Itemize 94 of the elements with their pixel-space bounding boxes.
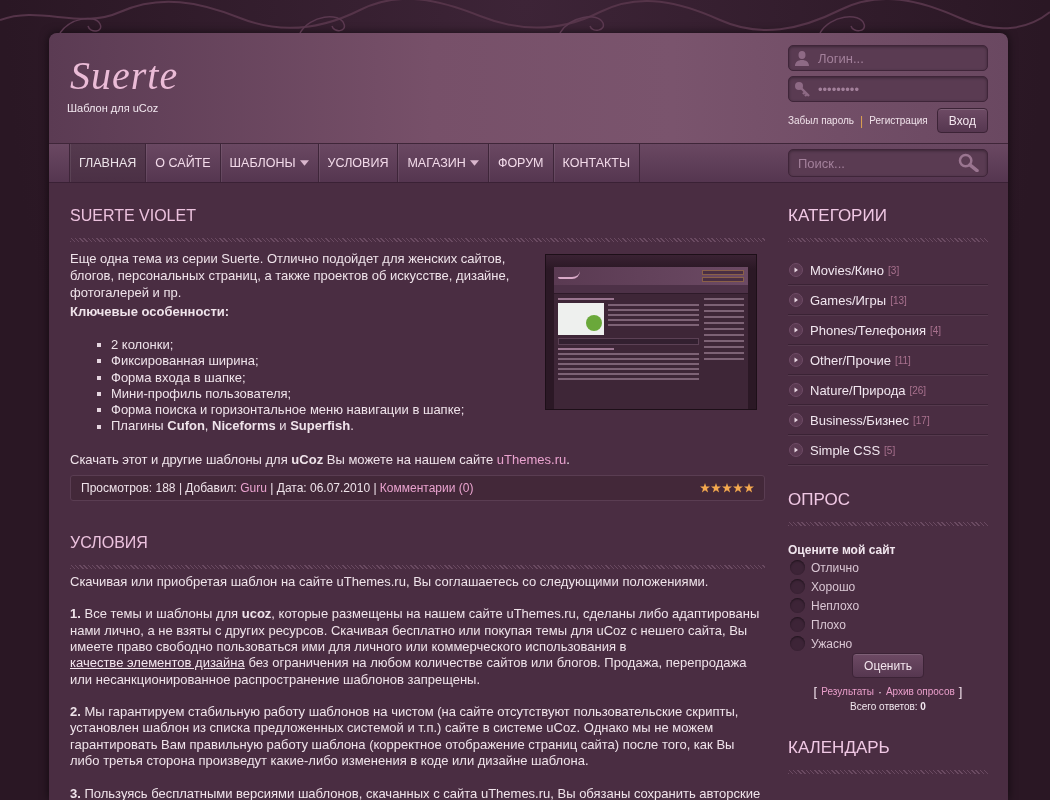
forgot-password-link[interactable]: Забыл пароль <box>788 115 855 126</box>
sidebar-heading: ОПРОС <box>788 490 851 510</box>
download-note: Скачать этот и другие шаблоны для uCoz Вы можете на нашем сайте uThemes.ru. <box>70 450 571 468</box>
meta-link[interactable]: Комментарии (0) <box>379 480 474 495</box>
sidebar-heading: КАЛЕНДАРЬ <box>788 738 891 758</box>
link-separator: · <box>877 685 882 699</box>
bullet-icon <box>97 375 101 380</box>
features-heading: Ключевые особенности: <box>70 303 231 320</box>
radio-button[interactable] <box>790 636 805 651</box>
terms-paragraph: 2. Мы гарантируем стабильную работу шаблонов на чистом (на сайте отсутствуют пользовательские скрипты, установлен шаблон из списка предложенных системой и т.п.) сайте в системе uCoz. Однако мы не можем гарантировать Вам правильную работу шаблона (корректное отображение страниц сайта) после того, как Вы либо третья сторона произведут какие-либо изменения в коде или дизайне шаблона. <box>70 704 740 770</box>
arrow-circle-icon <box>789 323 803 337</box>
feature-item: Форма поиска и горизонтальное меню навигации в шапке; <box>111 402 465 419</box>
register-link[interactable]: Регистрация <box>869 115 928 126</box>
vote-button[interactable]: Оценить <box>852 653 924 678</box>
bullet-icon <box>97 408 101 413</box>
post-meta: Просмотров: 188 | Добавил: Guru | Дата: 06.07.2010 | Комментарии (0) <box>81 480 474 495</box>
nav-tab[interactable]: УСЛОВИЯ <box>318 144 399 182</box>
category-link[interactable]: Movies/Кино <box>810 262 885 278</box>
star-icon <box>722 482 732 493</box>
poll-option-label[interactable]: Отлично <box>811 560 859 575</box>
bullet-icon <box>97 359 101 364</box>
arrow-circle-icon <box>789 443 803 457</box>
feature-item: Плагины Cufon, Niceforms и Superfish. <box>111 418 354 435</box>
terms-paragraph: 1. Все темы и шаблоны для ucoz, которые размещены на нашем сайте uThemes.ru, сделаны либо адаптированы нами лично, а не взяты с других ресурсов. Скачивая бесплатно или покупая темы для uCoz с нешего сайта, Вы имеете право свободно пользоваться ими для личного или коммерческого использования в качестве элементов дизайна без ограничения на любом количестве сайтов или блогов. Продажа, перепродажа или несанкционированное распространение шаблонов запрещены. <box>70 606 761 688</box>
category-link[interactable]: Games/Игры <box>810 292 887 308</box>
meta-link[interactable]: Guru <box>240 480 267 495</box>
category-link[interactable]: Phones/Телефония <box>810 322 926 338</box>
arrow-circle-icon <box>789 263 803 277</box>
radio-button[interactable] <box>790 617 805 632</box>
radio-button[interactable] <box>790 579 805 594</box>
rating-stars[interactable] <box>700 482 754 493</box>
category-link[interactable]: Business/Бизнес <box>810 412 910 428</box>
category-link[interactable]: Nature/Природа <box>810 382 906 398</box>
bracket-mark: ] <box>958 685 963 699</box>
search-field[interactable]: Поиск... <box>788 149 988 177</box>
bullet-icon <box>97 343 101 348</box>
arrow-circle-icon <box>789 353 803 367</box>
terms-paragraph: 3. Пользуясь бесплатными версиями шаблонов, скачанных с сайта uThemes.ru, Вы обязаны сохранить авторские <box>70 785 762 800</box>
nav-tab[interactable]: ШАБЛОНЫ <box>220 144 319 182</box>
star-icon <box>711 482 721 493</box>
user-icon <box>794 50 810 66</box>
terms-paragraph: Скачивая или приобретая шаблон на сайте uThemes.ru, Вы соглашаетесь со следующими положениями. <box>70 573 710 591</box>
login-field[interactable]: Логин... <box>788 45 988 71</box>
bullet-icon <box>97 392 101 397</box>
bullet-icon <box>97 424 101 429</box>
feature-item: Форма входа в шапке; <box>111 369 246 386</box>
category-count: [5] <box>884 444 896 456</box>
bracket-mark: [ <box>813 685 818 699</box>
password-field[interactable]: ••••••••• <box>788 76 988 102</box>
poll-option-label[interactable]: Плохо <box>811 617 846 632</box>
caret-icon <box>299 160 309 166</box>
post-intro: Еще одна тема из серии Suerte. Отлично подойдет для женских сайтов, блогов, персональных страниц, а также проектов об искусстве, дизайне, фотогалерей и пр. <box>70 250 511 301</box>
nav-tab[interactable]: МАГАЗИН <box>398 144 489 182</box>
arrow-circle-icon <box>789 383 803 397</box>
nav-tab[interactable]: ФОРУМ <box>488 144 554 182</box>
poll-option-label[interactable]: Неплохо <box>811 598 860 613</box>
category-link[interactable]: Simple CSS <box>810 442 881 458</box>
feature-item: Фиксированная ширина; <box>111 353 259 370</box>
poll-option-label[interactable]: Хорошо <box>811 579 856 594</box>
radio-button[interactable] <box>790 560 805 575</box>
poll-archive-link[interactable]: Архив опросов <box>885 685 955 699</box>
section-title: УСЛОВИЯ <box>70 532 149 553</box>
category-count: [26] <box>909 384 927 396</box>
link-separator: | <box>860 113 864 128</box>
feature-item: Мини-профиль пользователя; <box>111 385 292 403</box>
feature-item: 2 колонки; <box>111 337 174 354</box>
star-icon <box>744 482 754 493</box>
radio-button[interactable] <box>790 598 805 613</box>
arrow-circle-icon <box>789 413 803 427</box>
sidebar-heading: КАТЕГОРИИ <box>788 206 888 226</box>
star-icon <box>700 482 710 493</box>
poll-total: Всего ответов: 0 <box>849 700 927 714</box>
site-logo[interactable]: Suerte <box>67 54 179 98</box>
text-link[interactable]: качестве элементов дизайна <box>70 655 245 671</box>
category-count: [4] <box>929 324 942 336</box>
category-count: [13] <box>890 294 907 306</box>
category-link[interactable]: Other/Прочие <box>810 352 891 368</box>
star-icon <box>733 482 743 493</box>
key-icon <box>794 81 810 97</box>
poll-results-link[interactable]: Результаты <box>821 685 874 699</box>
poll-question: Оцените мой сайт <box>788 542 897 558</box>
category-count: [17] <box>913 414 930 426</box>
nav-tab[interactable]: КОНТАКТЫ <box>553 144 640 182</box>
poll-option-label[interactable]: Ужасно <box>811 636 853 651</box>
arrow-circle-icon <box>789 293 803 307</box>
site-tagline: Шаблон для uCoz <box>67 101 160 115</box>
search-icon[interactable] <box>958 153 979 172</box>
login-button[interactable]: Вход <box>936 108 988 133</box>
caret-icon <box>469 160 479 166</box>
nav-tab[interactable]: ГЛАВНАЯ <box>70 144 147 182</box>
category-count: [11] <box>894 354 911 366</box>
nav-tab[interactable]: О САЙТЕ <box>146 144 221 182</box>
post-title[interactable]: SUERTE VIOLET <box>70 206 765 226</box>
category-count: [3] <box>888 264 900 276</box>
